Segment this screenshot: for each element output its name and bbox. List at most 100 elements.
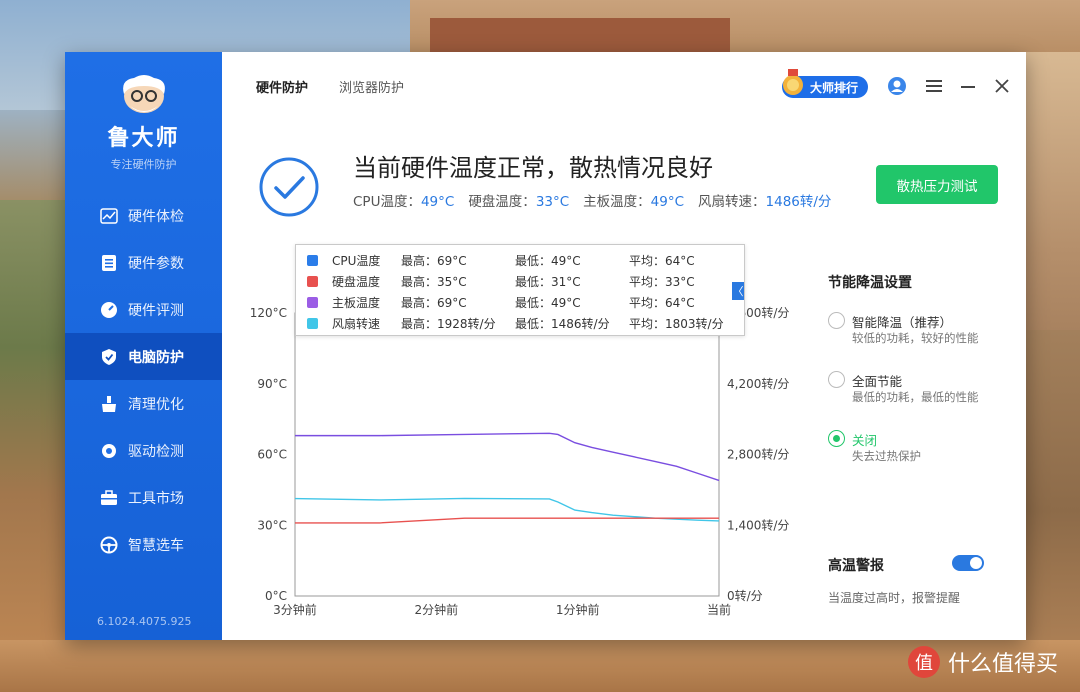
sidebar-item[interactable]: 硬件参数 [65, 239, 222, 286]
top-bar: 硬件防护 浏览器防护 大师排行 [222, 52, 1026, 118]
status-readings: CPU温度：49°C 硬盘温度：33°C 主板温度：49°C 风扇转速：1486转/分 [353, 190, 845, 210]
mascot-icon [116, 72, 172, 116]
reading-label: 主板温度： [583, 194, 651, 210]
legend-name: 风扇转速 [332, 316, 381, 331]
legend-avg: 平均：33°C [629, 274, 695, 289]
gauge-icon [100, 301, 118, 319]
watermark: 值 什么值得买 [908, 646, 1058, 678]
sidebar-item[interactable]: 驱动检测 [65, 427, 222, 474]
reading-value: 49°C [650, 194, 685, 210]
menu-icon[interactable] [923, 75, 945, 97]
sidebar-item-label: 驱动检测 [128, 443, 184, 460]
sidebar-item-label: 清理优化 [128, 396, 184, 413]
legend-max: 最高：69°C [401, 253, 467, 268]
status-check-icon [258, 156, 320, 218]
legend-row: CPU温度 最高：69°C 最低：49°C 平均：64°C [296, 250, 744, 270]
watermark-logo: 值 [908, 646, 940, 678]
reading-value: 49°C [420, 194, 455, 210]
x-tick-label: 2分钟前 [415, 602, 459, 617]
background-roof [430, 18, 730, 52]
sidebar-item[interactable]: 硬件评测 [65, 286, 222, 333]
radio-button[interactable] [828, 371, 845, 388]
stress-test-button[interactable]: 散热压力测试 [876, 165, 998, 204]
sidebar-item[interactable]: 清理优化 [65, 380, 222, 427]
y-left-tick-label: 60°C [257, 448, 287, 462]
y-right-tick-label: 0转/分 [727, 588, 763, 603]
plot-frame [294, 312, 720, 597]
sidebar-item-label: 电脑防护 [128, 349, 184, 366]
list-icon [100, 254, 118, 272]
steering-icon [100, 536, 118, 554]
radio-button[interactable] [828, 430, 845, 447]
sidebar-item[interactable]: 工具市场 [65, 474, 222, 521]
legend-swatch [307, 317, 318, 329]
sidebar-item-label: 智慧选车 [128, 537, 184, 554]
legend-row: 硬盘温度 最高：35°C 最低：31°C 平均：33°C [296, 271, 744, 291]
x-tick-label: 1分钟前 [556, 602, 600, 617]
sidebar-item-label: 硬件参数 [128, 255, 184, 272]
legend-min: 最低：49°C [515, 295, 581, 310]
legend-swatch [307, 275, 318, 287]
legend-name: 主板温度 [332, 295, 381, 310]
x-tick-label: 当前 [707, 602, 731, 617]
legend-max: 最高：35°C [401, 274, 467, 289]
background-cliff-right [1026, 330, 1080, 692]
sidebar-item-label: 工具市场 [128, 490, 184, 507]
version-text: 6.1024.4075.925 [97, 615, 192, 628]
cooling-settings: 节能降温设置 智能降温（推荐） 较低的功耗，较好的性能 全面节能 最低的功耗，最低的性… [828, 272, 998, 463]
legend-avg: 平均：1803转/分 [629, 316, 724, 331]
legend-avg: 平均：64°C [629, 253, 695, 268]
legend-max: 最高：69°C [401, 295, 467, 310]
legend-swatch [307, 254, 318, 266]
main-panel: 硬件防护 浏览器防护 大师排行 当前硬件温度正常，散热情况良好 CPU温度：49… [222, 52, 1026, 640]
tab-hardware-protection[interactable]: 硬件防护 [256, 77, 308, 96]
tab-browser-protection[interactable]: 浏览器防护 [339, 77, 404, 96]
legend-swatch [307, 296, 318, 308]
sidebar-item[interactable]: 硬件体检 [65, 192, 222, 239]
y-right-tick-label: 4,200转/分 [727, 376, 789, 391]
radio-button[interactable] [828, 312, 845, 329]
minimize-icon[interactable] [957, 75, 979, 97]
legend-min: 最低：31°C [515, 274, 581, 289]
series-line [295, 517, 719, 524]
legend-min: 最低：49°C [515, 253, 581, 268]
medal-icon [778, 68, 808, 98]
legend-avg: 平均：64°C [629, 295, 695, 310]
reading-value: 1486转/分 [765, 194, 832, 210]
legend-row: 主板温度 最高：69°C 最低：49°C 平均：64°C [296, 292, 744, 312]
high-temp-alarm-title: 高温警报 [828, 558, 884, 574]
toolbox-icon [100, 489, 118, 507]
cooling-option-label: 关闭 [852, 433, 878, 448]
master-rank-button[interactable]: 大师排行 [782, 69, 868, 98]
temperature-chart: 0°C 30°C 60°C 90°C 120°C 0转/分 1,400转/分 2,800转/分… [222, 242, 822, 640]
sidebar-item[interactable]: 电脑防护 [65, 333, 222, 380]
y-left-tick-label: 30°C [257, 518, 287, 532]
reading-label: 硬盘温度： [468, 194, 536, 210]
sidebar-nav: 硬件体检硬件参数硬件评测电脑防护清理优化驱动检测工具市场智慧选车 [65, 192, 222, 568]
shield-icon [100, 348, 118, 366]
legend-min: 最低：1486转/分 [515, 316, 610, 331]
legend-collapse-button[interactable]: 〈 [732, 282, 744, 300]
sidebar-item-label: 硬件评测 [128, 302, 184, 319]
sidebar: 鲁大师 专注硬件防护 硬件体检硬件参数硬件评测电脑防护清理优化驱动检测工具市场智… [65, 52, 222, 640]
sidebar-item[interactable]: 智慧选车 [65, 521, 222, 568]
reading-label: 风扇转速： [698, 194, 766, 210]
reading-label: CPU温度： [353, 194, 421, 210]
chart-icon [100, 207, 118, 225]
app-window: 鲁大师 专注硬件防护 硬件体检硬件参数硬件评测电脑防护清理优化驱动检测工具市场智… [65, 52, 1026, 640]
cooling-settings-title: 节能降温设置 [828, 275, 912, 291]
app-tagline: 专注硬件防护 [110, 158, 177, 171]
logo-area: 鲁大师 专注硬件防护 [65, 52, 222, 192]
sidebar-item-label: 硬件体检 [128, 208, 184, 225]
cooling-option-desc: 失去过热保护 [852, 449, 921, 463]
x-tick-label: 3分钟前 [273, 602, 317, 617]
legend-name: CPU温度 [332, 253, 381, 268]
y-right-tick-label: 1,400转/分 [727, 517, 789, 532]
background-cliff-left [0, 200, 65, 692]
close-icon[interactable] [991, 75, 1013, 97]
y-left-tick-label: 120°C [250, 306, 287, 320]
user-avatar-icon[interactable] [886, 75, 908, 97]
status-title: 当前硬件温度正常，散热情况良好 [353, 154, 713, 182]
high-temp-alarm-toggle[interactable] [952, 555, 984, 571]
y-right-tick-label: 2,800转/分 [727, 447, 789, 462]
